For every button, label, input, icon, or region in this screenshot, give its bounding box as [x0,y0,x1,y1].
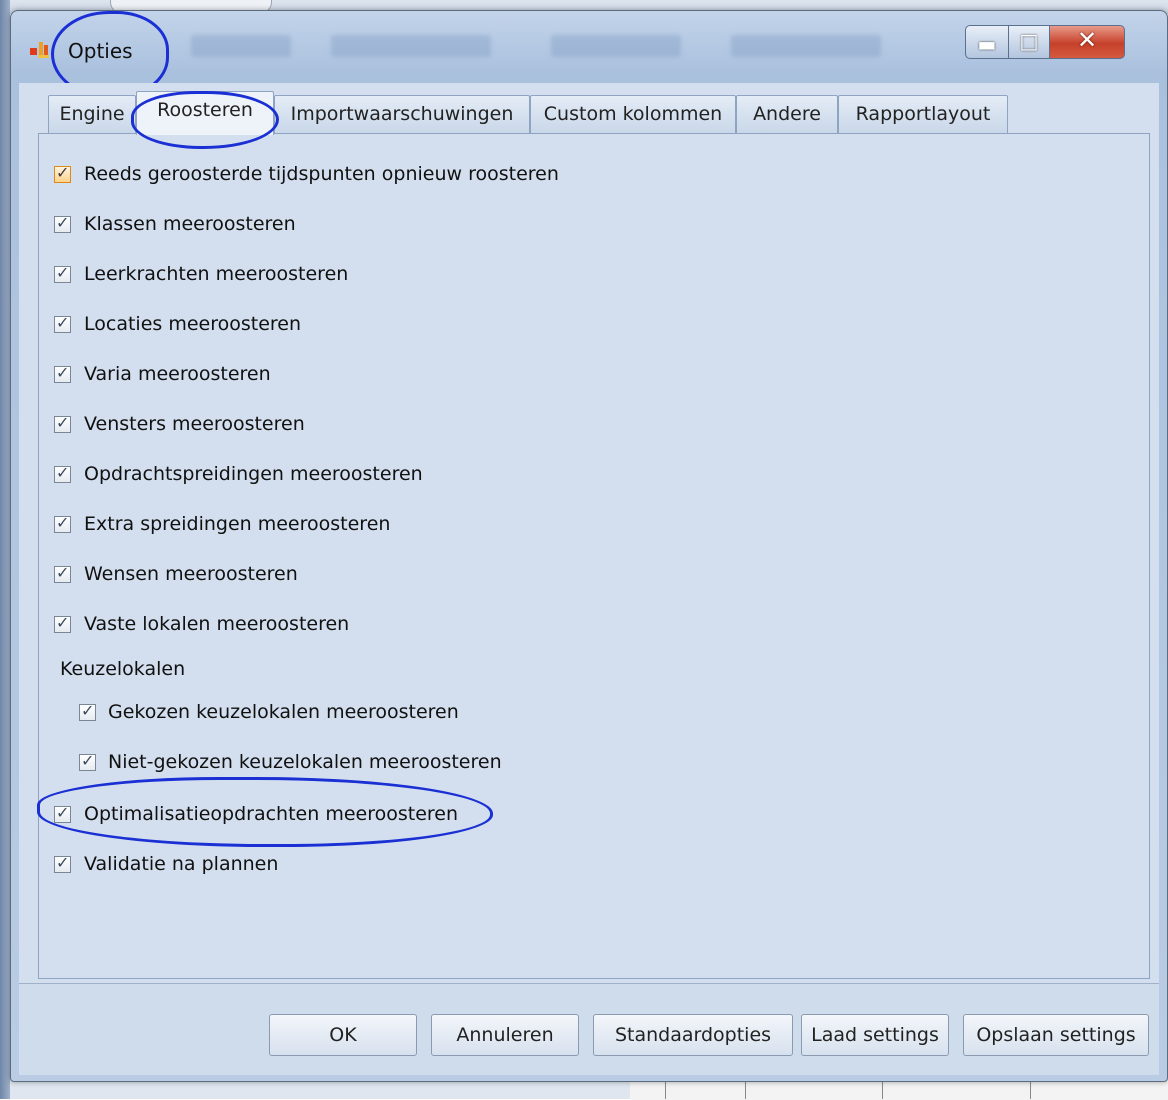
background-ghost-text [331,35,491,57]
background-sidebar [0,0,10,1099]
checkbox[interactable] [54,563,71,583]
button-bar: OK Annuleren Standaardopties Laad settin… [19,984,1159,1075]
option-label: Vaste lokalen meeroosteren [84,613,350,635]
tab-custom-kolommen[interactable]: Custom kolommen [530,95,736,133]
option-label: Gekozen keuzelokalen meeroosteren [108,701,459,723]
load-settings-button[interactable]: Laad settings [801,1014,949,1056]
default-options-button[interactable]: Standaardopties [593,1014,793,1056]
minimize-button[interactable]: ▬ [965,25,1009,59]
cancel-button[interactable]: Annuleren [431,1014,579,1056]
tab-rapportlayout[interactable]: Rapportlayout [838,95,1008,133]
option-label: Opdrachtspreidingen meeroosteren [84,463,423,485]
close-icon: ✕ [1076,26,1098,54]
option-label: Extra spreidingen meeroosteren [84,513,391,535]
checkbox[interactable] [54,263,71,283]
checkbox[interactable] [54,613,71,633]
dialog-client-area: Engine Roosteren Importwaarschuwingen Cu… [19,83,1159,1075]
background-ghost-text [731,35,881,57]
checkbox[interactable] [54,313,71,333]
title-bar[interactable]: Opties ▬ □ ✕ [11,11,1167,99]
option-label: Vensters meeroosteren [84,413,305,435]
keuzelokalen-group-label: Keuzelokalen [60,658,186,680]
save-settings-button[interactable]: Opslaan settings [963,1014,1149,1056]
ok-button[interactable]: OK [269,1014,417,1056]
checkbox[interactable] [54,213,71,233]
annotation-circle [37,777,493,847]
checkbox[interactable] [79,701,96,721]
option-label: Reeds geroosterde tijdspunten opnieuw ro… [84,163,559,185]
option-label: Varia meeroosteren [84,363,271,385]
background-ghost-text [551,35,681,57]
options-dialog: Opties ▬ □ ✕ Engine Roosteren Importwaar… [10,10,1168,1082]
close-button[interactable]: ✕ [1049,25,1125,59]
option-label: Wensen meeroosteren [84,563,298,585]
checkbox[interactable] [54,163,71,183]
option-label: Niet-gekozen keuzelokalen meeroosteren [108,751,502,773]
tab-andere[interactable]: Andere [736,95,838,133]
checkbox[interactable] [54,463,71,483]
checkbox[interactable] [79,751,96,771]
option-label: Locaties meeroosteren [84,313,302,335]
option-label: Validatie na plannen [84,853,279,875]
checkbox[interactable] [54,413,71,433]
app-icon [30,42,49,58]
maximize-icon: □ [1019,29,1039,53]
background-ghost-text [191,35,291,57]
minimize-icon: ▬ [977,32,997,56]
option-label: Klassen meeroosteren [84,213,296,235]
tab-importwaarschuwingen[interactable]: Importwaarschuwingen [274,95,530,133]
checkbox[interactable] [54,363,71,383]
option-label: Leerkrachten meeroosteren [84,263,349,285]
tab-engine[interactable]: Engine [48,95,136,133]
maximize-button[interactable]: □ [1008,25,1050,59]
checkbox[interactable] [54,853,71,873]
roosteren-panel: Reeds geroosterde tijdspunten opnieuw ro… [38,133,1150,979]
annotation-circle [131,91,279,149]
checkbox[interactable] [54,513,71,533]
